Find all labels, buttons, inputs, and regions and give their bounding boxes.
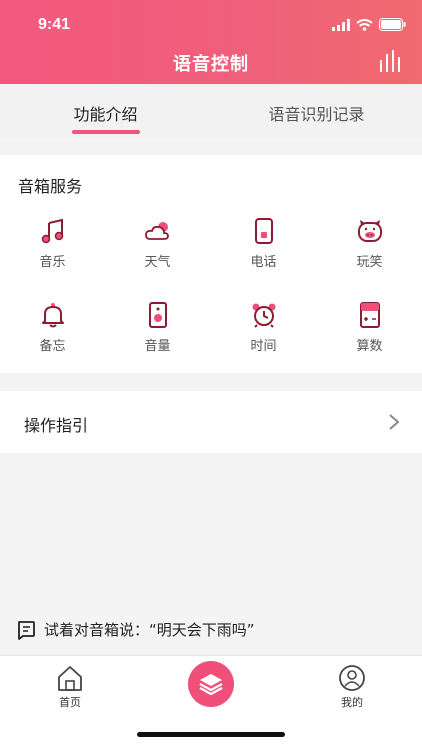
speaker-icon [148, 302, 167, 328]
home-indicator [137, 732, 285, 737]
speaker-service-card: 音箱服务 音乐 天气 电话 玩笑 备忘 音量 时间 算数 [0, 155, 422, 373]
layers-icon [199, 674, 223, 696]
service-item-memo[interactable]: 备忘 [0, 301, 105, 354]
service-label: 玩笑 [356, 255, 383, 270]
operation-guide-row[interactable]: 操作指引 [0, 391, 422, 453]
status-bar: 9:41 [0, 0, 422, 44]
chevron-right-icon [389, 414, 400, 430]
guide-label: 操作指引 [24, 416, 89, 435]
service-item-volume[interactable]: 音量 [105, 301, 210, 354]
service-label: 备忘 [39, 339, 66, 354]
page-title: 语音控制 [173, 54, 249, 75]
service-item-music[interactable]: 音乐 [0, 217, 105, 270]
nav-home-label: 首页 [59, 696, 81, 709]
status-time: 9:41 [38, 16, 71, 33]
phone-icon [254, 218, 273, 244]
battery-icon [379, 18, 406, 31]
service-label: 算数 [356, 339, 383, 354]
chat-icon [18, 620, 35, 640]
weather-icon [144, 222, 169, 240]
tab-voice-records[interactable]: 语音识别记录 [211, 84, 422, 138]
music-icon [41, 218, 63, 244]
tab-function-intro[interactable]: 功能介绍 [0, 84, 211, 138]
service-item-joke[interactable]: 玩笑 [317, 217, 422, 270]
alarm-clock-icon [252, 303, 275, 328]
wifi-icon [356, 18, 373, 31]
hint-text: 试着对音箱说：“明天会下雨吗” [44, 621, 255, 639]
status-icons [332, 18, 406, 31]
service-label: 音乐 [39, 255, 66, 270]
service-label: 天气 [144, 255, 171, 270]
service-item-weather[interactable]: 天气 [105, 217, 210, 270]
tab-bar: 功能介绍 语音识别记录 [0, 84, 422, 138]
nav-me[interactable]: 我的 [322, 664, 382, 710]
equalizer-icon[interactable] [378, 50, 404, 72]
header: 9:41 语音控制 [0, 0, 422, 84]
voice-control-button[interactable] [188, 661, 234, 707]
nav-home[interactable]: 首页 [40, 664, 100, 710]
signal-icon [332, 18, 350, 31]
service-label: 电话 [250, 255, 277, 270]
voice-hint: 试着对音箱说：“明天会下雨吗” [16, 619, 255, 640]
pig-icon [357, 220, 382, 242]
service-item-math[interactable]: 算数 [317, 301, 422, 354]
service-item-time[interactable]: 时间 [211, 301, 316, 354]
home-icon [58, 666, 82, 691]
section-title: 音箱服务 [18, 177, 83, 196]
service-label: 音量 [144, 339, 171, 354]
service-item-phone[interactable]: 电话 [211, 217, 316, 270]
bell-icon [41, 303, 64, 328]
service-label: 时间 [250, 339, 277, 354]
calculator-icon [359, 302, 380, 328]
nav-me-label: 我的 [341, 696, 363, 709]
user-icon [339, 665, 365, 691]
